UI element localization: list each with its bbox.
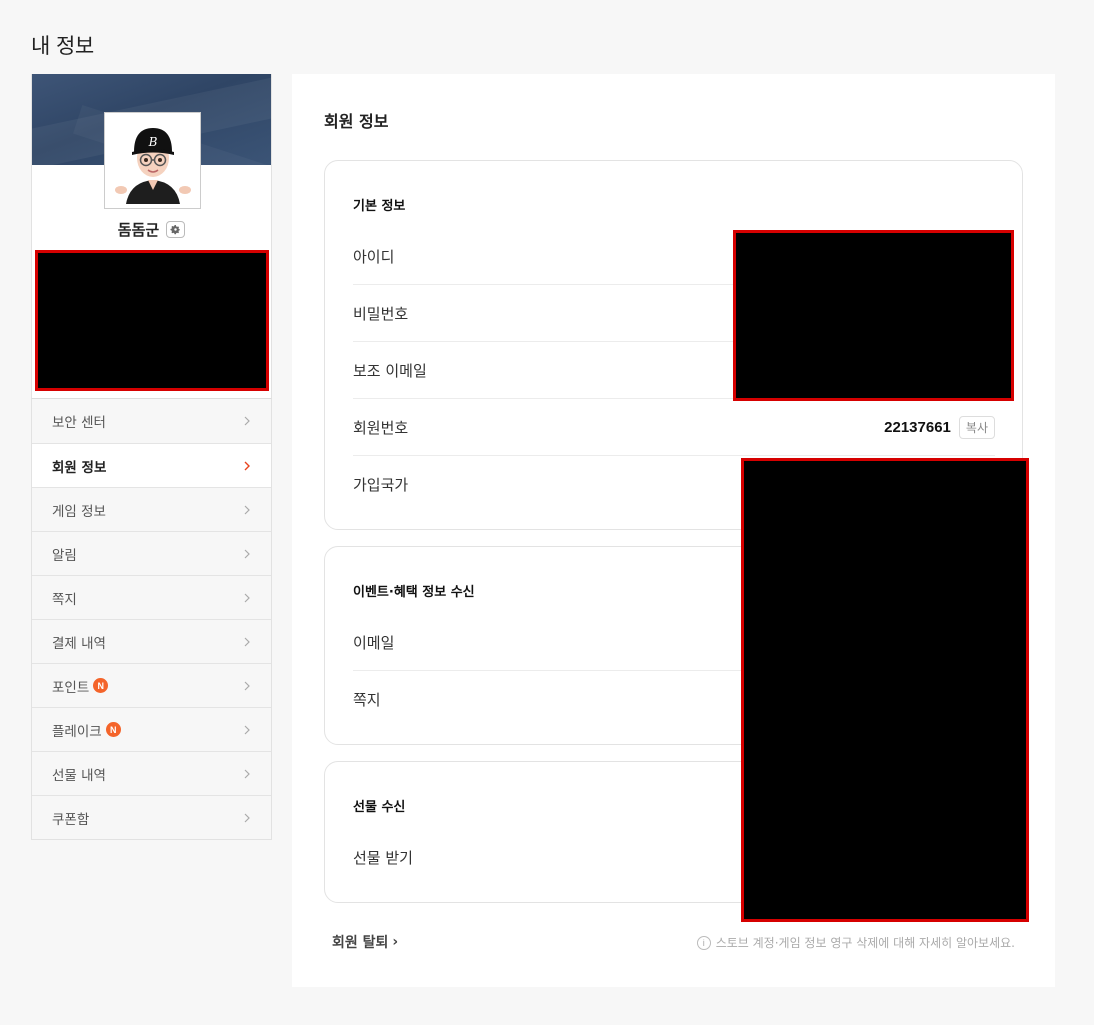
row-label: 이메일 <box>353 633 395 652</box>
sidebar-item-label: 알림 <box>52 547 77 564</box>
row-label: 가입국가 <box>353 476 409 494</box>
row-member-number: 회원번호 22137661 복사 <box>353 399 995 456</box>
sidebar-item-coupon-box[interactable]: 쿠폰함 <box>32 795 271 839</box>
withdraw-link[interactable]: 회원 탈퇴 › <box>332 932 398 952</box>
sidebar-item-points[interactable]: 포인트 N <box>32 663 271 707</box>
chevron-right-icon <box>244 681 250 690</box>
redacted-area <box>733 230 1014 401</box>
section-title: 회원 정보 <box>324 112 389 131</box>
member-number-value: 22137661 <box>884 418 951 436</box>
sidebar-item-security-center[interactable]: 보안 센터 <box>32 399 271 443</box>
sidebar-item-notifications[interactable]: 알림 <box>32 531 271 575</box>
chevron-right-icon <box>244 549 250 558</box>
card-title: 이벤트·혜택 정보 수신 <box>353 585 475 600</box>
row-label: 쪽지 <box>353 691 381 709</box>
row-label: 선물 받기 <box>353 849 413 867</box>
main-panel: 회원 정보 기본 정보 아이디 비밀번호 보조 이메일 회원번호 2213766… <box>292 74 1055 987</box>
sidebar-item-label: 보안 센터 <box>52 415 106 431</box>
avatar[interactable]: B <box>104 112 201 209</box>
copy-button[interactable]: 복사 <box>958 415 995 439</box>
chevron-right-icon: › <box>392 934 399 950</box>
chevron-right-icon <box>244 637 250 646</box>
notice-text: 스토브 계정·게임 정보 영구 삭제에 대해 자세히 알아보세요. <box>715 936 1015 950</box>
sidebar-item-label: 쿠폰함 <box>52 811 90 828</box>
sidebar-item-label: 쪽지 <box>52 591 77 608</box>
chevron-right-icon <box>244 593 250 602</box>
withdraw-label: 회원 탈퇴 <box>332 935 389 951</box>
svg-text:B: B <box>147 135 157 149</box>
row-label: 보조 이메일 <box>353 361 427 380</box>
profile-card: B 돔돔군 <box>31 74 272 398</box>
new-badge: N <box>93 678 109 693</box>
card-title: 선물 수신 <box>353 800 406 815</box>
sidebar-item-payment-history[interactable]: 결제 내역 <box>32 619 271 663</box>
nickname: 돔돔군 <box>117 221 160 239</box>
sidebar-item-label: 선물 내역 <box>52 767 106 784</box>
chevron-right-icon <box>244 769 250 778</box>
sidebar-item-label: 결제 내역 <box>52 635 106 652</box>
sidebar-item-label: 포인트 <box>52 679 90 696</box>
row-label: 비밀번호 <box>353 304 409 323</box>
card-title: 기본 정보 <box>353 199 406 214</box>
nickname-row: 돔돔군 <box>32 219 271 240</box>
row-label: 아이디 <box>353 247 395 266</box>
sidebar-item-gift-history[interactable]: 선물 내역 <box>32 751 271 795</box>
sidebar-item-flake[interactable]: 플레이크 N <box>32 707 271 751</box>
sidebar-item-messages[interactable]: 쪽지 <box>32 575 271 619</box>
sidebar-item-member-info[interactable]: 회원 정보 <box>32 443 271 487</box>
sidebar-item-label: 플레이크 <box>52 723 102 740</box>
sidebar-item-game-info[interactable]: 게임 정보 <box>32 487 271 531</box>
sidebar-item-label: 회원 정보 <box>52 459 107 476</box>
withdraw-notice: i 스토브 계정·게임 정보 영구 삭제에 대해 자세히 알아보세요. <box>696 934 1015 951</box>
new-badge: N <box>105 722 121 737</box>
sidebar-menu: 보안 센터 회원 정보 게임 정보 알림 쪽지 결제 내역 포인트 N 플레이크… <box>31 398 272 840</box>
row-label: 회원번호 <box>353 418 409 437</box>
chevron-right-icon <box>244 505 250 514</box>
gear-icon <box>170 225 181 235</box>
info-icon: i <box>696 935 711 950</box>
page-title: 내 정보 <box>31 34 94 58</box>
chevron-right-icon <box>244 725 250 734</box>
sidebar: B 돔돔군 보안 센터 회원 정보 게임 정보 알림 쪽지 결제 내역 포인트 … <box>31 74 272 840</box>
sidebar-item-label: 게임 정보 <box>52 503 106 520</box>
chevron-right-icon <box>244 461 250 470</box>
avatar-character-icon: B <box>114 127 191 204</box>
profile-settings-button[interactable] <box>166 221 186 238</box>
chevron-right-icon <box>244 813 250 822</box>
chevron-right-icon <box>244 416 250 426</box>
redacted-area <box>35 250 269 391</box>
redacted-area <box>741 458 1029 922</box>
